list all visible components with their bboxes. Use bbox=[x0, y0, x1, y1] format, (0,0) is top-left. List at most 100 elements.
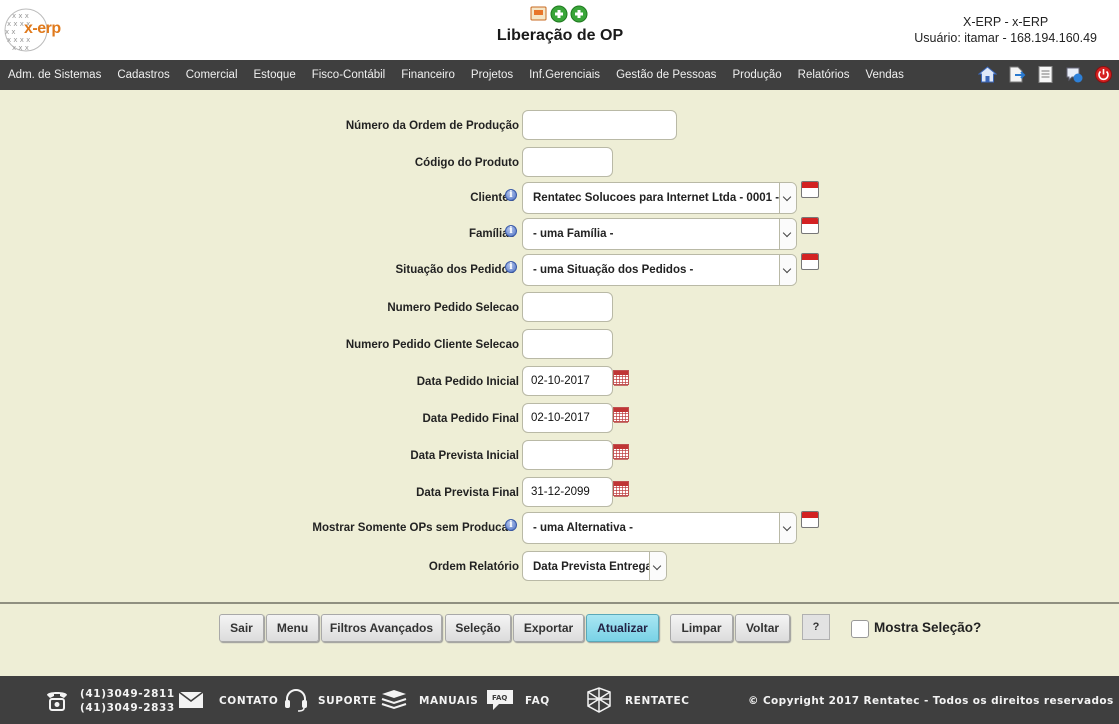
document-export-icon[interactable] bbox=[1007, 65, 1026, 84]
data-pedido-inicial-label: Data Pedido Inicial bbox=[416, 376, 519, 388]
num-pedido-cliente-label: Numero Pedido Cliente Selecao bbox=[345, 339, 519, 351]
power-icon[interactable] bbox=[1094, 65, 1113, 84]
row-num-pedido-cliente: Numero Pedido Cliente Selecao bbox=[0, 329, 1119, 361]
mostrar-somente-select[interactable]: - uma Alternativa - bbox=[522, 512, 797, 544]
data-prevista-inicial-input[interactable] bbox=[522, 440, 613, 470]
row-familias: Famílias i - uma Família - bbox=[0, 217, 1119, 250]
manuais-link[interactable]: MANUAIS bbox=[419, 695, 478, 707]
data-prevista-final-label: Data Prevista Final bbox=[416, 487, 519, 499]
rentatec-logo-icon[interactable] bbox=[584, 686, 614, 714]
footer: (41)3049-2811 (41)3049-2833 CONTATO SUPO… bbox=[0, 676, 1119, 724]
copyright-text: © Copyright 2017 Rentatec - Todos os dir… bbox=[748, 695, 1114, 707]
row-data-prevista-inicial: Data Prevista Inicial bbox=[0, 440, 1119, 472]
mostra-selecao-checkbox[interactable] bbox=[851, 620, 869, 638]
telephone-icon bbox=[47, 692, 67, 711]
row-numero-op: Número da Ordem de Produção bbox=[0, 110, 1119, 142]
header: x x x x x x x x x x x x x x x x x-erp Li… bbox=[0, 0, 1119, 60]
help-button[interactable]: ? bbox=[802, 614, 830, 640]
calendar-icon[interactable] bbox=[801, 217, 819, 234]
date-picker-icon[interactable] bbox=[613, 370, 629, 388]
calendar-icon[interactable] bbox=[801, 253, 819, 270]
num-pedido-selecao-input[interactable] bbox=[522, 292, 613, 322]
action-bar: Sair Menu Filtros Avançados Seleção Expo… bbox=[0, 614, 1119, 642]
system-info: X-ERP - x-ERP Usuário: itamar - 168.194.… bbox=[914, 14, 1097, 46]
add-icon[interactable] bbox=[550, 5, 568, 23]
familias-select[interactable]: - uma Família - bbox=[522, 218, 797, 250]
ordem-relatorio-select[interactable]: Data Prevista Entrega bbox=[522, 551, 667, 581]
row-codigo-produto: Código do Produto bbox=[0, 147, 1119, 179]
chevron-down-icon bbox=[779, 255, 796, 285]
num-pedido-selecao-label: Numero Pedido Selecao bbox=[387, 302, 519, 314]
menu-item[interactable]: Cadastros bbox=[109, 60, 177, 90]
situacao-select[interactable]: - uma Situação dos Pedidos - bbox=[522, 254, 797, 286]
menu-item[interactable]: Inf.Gerenciais bbox=[521, 60, 608, 90]
row-num-pedido-selecao: Numero Pedido Selecao bbox=[0, 292, 1119, 324]
codigo-produto-label: Código do Produto bbox=[414, 157, 519, 169]
notes-icon[interactable] bbox=[1036, 65, 1055, 84]
menu-item[interactable]: Comercial bbox=[178, 60, 246, 90]
info-icon[interactable]: i bbox=[505, 189, 517, 201]
info-icon[interactable]: i bbox=[505, 519, 517, 531]
chat-icon[interactable] bbox=[1065, 65, 1084, 84]
add-icon[interactable] bbox=[570, 5, 588, 23]
voltar-button[interactable]: Voltar bbox=[735, 614, 790, 642]
menu-tools bbox=[978, 65, 1113, 85]
menu-button[interactable]: Menu bbox=[266, 614, 319, 642]
info-icon[interactable]: i bbox=[505, 225, 517, 237]
headset-icon[interactable] bbox=[282, 688, 310, 712]
envelope-icon[interactable] bbox=[178, 691, 204, 709]
exportar-button[interactable]: Exportar bbox=[513, 614, 584, 642]
header-icon-group bbox=[530, 4, 590, 24]
menu-item[interactable]: Projetos bbox=[463, 60, 521, 90]
num-pedido-cliente-input[interactable] bbox=[522, 329, 613, 359]
selecao-button[interactable]: Seleção bbox=[445, 614, 511, 642]
codigo-produto-input[interactable] bbox=[522, 147, 613, 177]
presentation-icon[interactable] bbox=[530, 6, 547, 21]
faq-link[interactable]: FAQ bbox=[525, 695, 550, 707]
row-mostrar-somente: Mostrar Somente OPs sem Producao i - uma… bbox=[0, 511, 1119, 544]
menu-item[interactable]: Vendas bbox=[857, 60, 911, 90]
info-icon[interactable]: i bbox=[505, 261, 517, 273]
rentatec-link[interactable]: RENTATEC bbox=[625, 695, 690, 707]
home-icon[interactable] bbox=[978, 65, 997, 84]
books-icon[interactable] bbox=[380, 689, 408, 711]
menu-item[interactable]: Gestão de Pessoas bbox=[608, 60, 724, 90]
row-data-pedido-inicial: Data Pedido Inicial bbox=[0, 366, 1119, 398]
chevron-down-icon bbox=[779, 513, 796, 543]
menu-item[interactable]: Financeiro bbox=[393, 60, 463, 90]
chevron-down-icon bbox=[779, 219, 796, 249]
menu-item[interactable]: Fisco-Contábil bbox=[304, 60, 394, 90]
faq-icon[interactable]: FAQ bbox=[485, 688, 515, 714]
calendar-icon[interactable] bbox=[801, 511, 819, 528]
menu-item[interactable]: Adm. de Sistemas bbox=[0, 60, 109, 90]
calendar-icon[interactable] bbox=[801, 181, 819, 198]
suporte-link[interactable]: SUPORTE bbox=[318, 695, 377, 707]
date-picker-icon[interactable] bbox=[613, 444, 629, 462]
atualizar-button[interactable]: Atualizar bbox=[586, 614, 659, 642]
menu-item[interactable]: Produção bbox=[724, 60, 789, 90]
menu-item[interactable]: Relatórios bbox=[790, 60, 858, 90]
svg-text:x x x: x x x bbox=[12, 44, 29, 52]
mostra-selecao-label: Mostra Seleção? bbox=[874, 620, 982, 635]
menu-items: Adm. de Sistemas Cadastros Comercial Estoqu… bbox=[0, 60, 912, 90]
row-clientes: Clientes i Rentatec Solucoes para Intern… bbox=[0, 181, 1119, 214]
data-pedido-inicial-input[interactable] bbox=[522, 366, 613, 396]
user-info: Usuário: itamar - 168.194.160.49 bbox=[914, 31, 1097, 45]
menu-item[interactable]: Estoque bbox=[246, 60, 304, 90]
data-prevista-final-input[interactable] bbox=[522, 477, 613, 507]
contato-link[interactable]: CONTATO bbox=[219, 695, 278, 707]
date-picker-icon[interactable] bbox=[613, 481, 629, 499]
svg-text:FAQ: FAQ bbox=[492, 694, 507, 702]
data-pedido-final-input[interactable] bbox=[522, 403, 613, 433]
clientes-select[interactable]: Rentatec Solucoes para Internet Ltda - 0… bbox=[522, 182, 797, 214]
limpar-button[interactable]: Limpar bbox=[670, 614, 733, 642]
sair-button[interactable]: Sair bbox=[219, 614, 264, 642]
numero-op-input[interactable] bbox=[522, 110, 677, 140]
svg-text:x x x: x x x bbox=[12, 12, 29, 20]
chevron-down-icon bbox=[779, 183, 796, 213]
mostrar-somente-label: Mostrar Somente OPs sem Producao bbox=[312, 522, 515, 534]
filtros-avancados-button[interactable]: Filtros Avançados bbox=[321, 614, 442, 642]
system-name: X-ERP - x-ERP bbox=[963, 15, 1049, 29]
date-picker-icon[interactable] bbox=[613, 407, 629, 425]
chevron-down-icon bbox=[649, 552, 666, 580]
